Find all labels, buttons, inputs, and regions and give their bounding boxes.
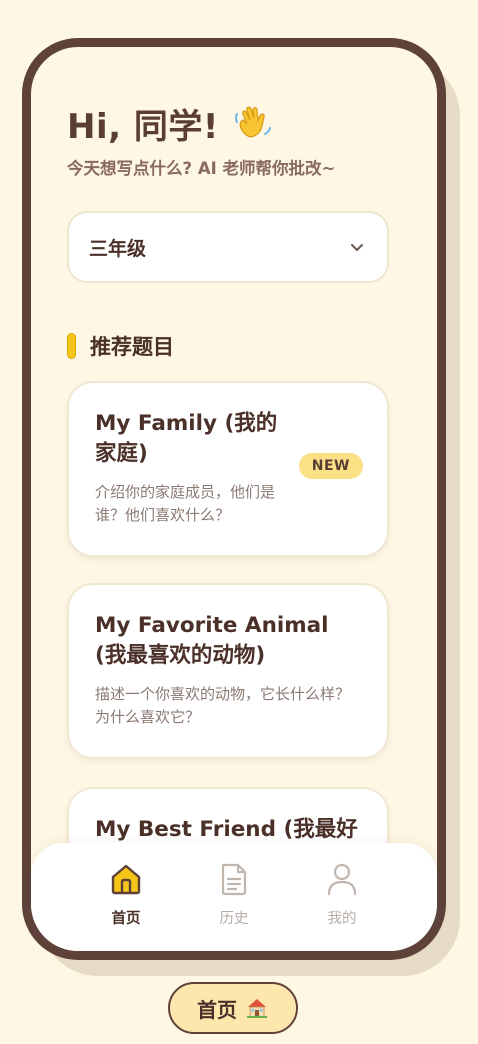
topic-description: 介绍你的家庭成员，他们是谁？他们喜欢什么？: [95, 483, 276, 524]
topic-title: My Family (我的家庭): [95, 411, 278, 466]
nav-label-history: 历史: [219, 911, 249, 927]
greeting-subtitle: 今天想写点什么? AI 老师帮你批改~: [67, 159, 336, 178]
nav-label-profile: 我的: [327, 911, 357, 927]
nav-item-home[interactable]: 首页: [72, 843, 180, 951]
topic-card-my-family[interactable]: My Family (我的家庭) 介绍你的家庭成员，他们是谁？他们喜欢什么？ N…: [67, 381, 389, 557]
home-icon: [111, 864, 141, 895]
waving-hand-icon: [234, 106, 271, 137]
topic-title: My Favorite Animal (我最喜欢的动物): [95, 613, 329, 668]
document-icon: [221, 863, 247, 896]
greeting-text: Hi, 同学!: [67, 107, 219, 147]
nav-item-history[interactable]: 历史: [180, 843, 288, 951]
page-caption-label: 首页: [197, 997, 237, 1022]
section-accent-bar: [67, 333, 76, 359]
topic-description: 描述一个你喜欢的动物，它长什么样？为什么喜欢它？: [95, 685, 351, 726]
nav-item-profile[interactable]: 我的: [288, 843, 396, 951]
app-screen: Hi, 同学! 今天想写点什么? AI 老师帮你批改~ 三年级 推荐题目 My …: [31, 47, 437, 951]
topic-card-favorite-animal[interactable]: My Favorite Animal (我最喜欢的动物) 描述一个你喜欢的动物，…: [67, 583, 389, 759]
section-recommended: 推荐题目: [67, 331, 174, 361]
phone-frame: Hi, 同学! 今天想写点什么? AI 老师帮你批改~ 三年级 推荐题目 My …: [22, 38, 446, 960]
grade-select-value: 三年级: [89, 237, 147, 260]
chevron-down-icon: [351, 244, 363, 251]
user-icon: [327, 863, 357, 896]
greeting-title: Hi, 同学!: [67, 99, 273, 148]
stage: Hi, 同学! 今天想写点什么? AI 老师帮你批改~ 三年级 推荐题目 My …: [0, 0, 478, 1044]
grade-select[interactable]: 三年级: [67, 211, 389, 283]
bottom-nav: 首页 历史 我的: [31, 843, 437, 951]
nav-label-home: 首页: [111, 911, 141, 927]
house-emoji-icon: [247, 999, 267, 1018]
section-title-text: 推荐题目: [90, 335, 174, 359]
topic-title: My Best Friend (我最好: [95, 817, 358, 842]
page-caption-pill: 首页: [168, 982, 298, 1034]
new-badge: NEW: [298, 453, 363, 479]
